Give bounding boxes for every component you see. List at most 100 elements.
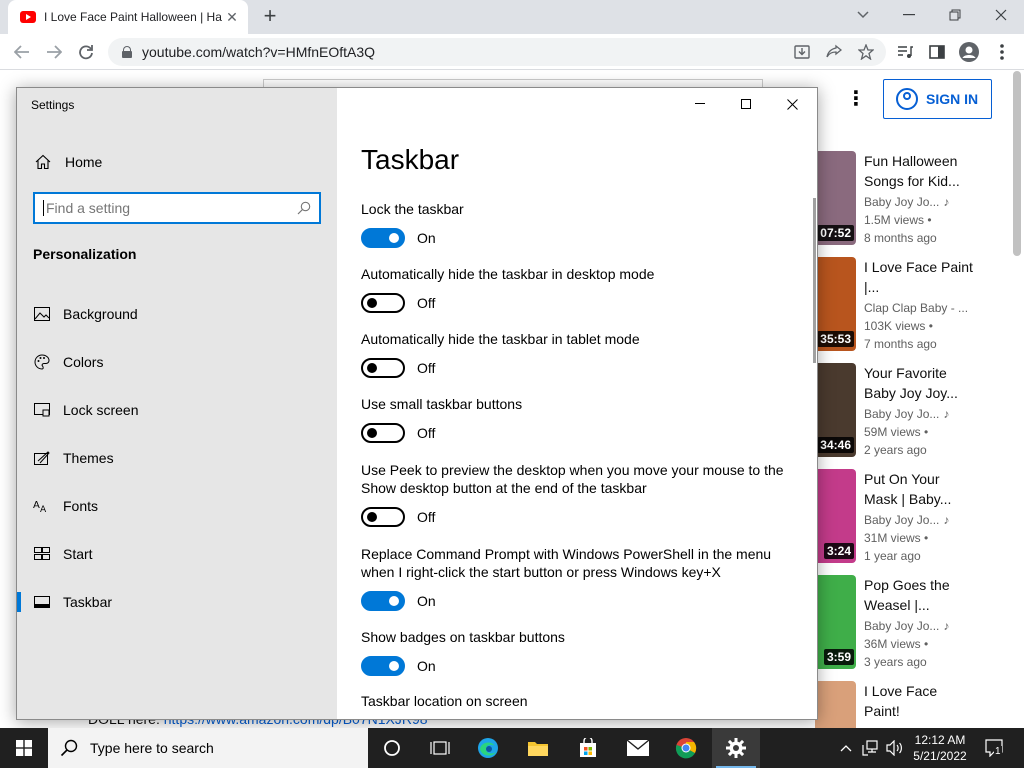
settings-app-icon[interactable] (712, 728, 760, 768)
option-toggle-row: Off (361, 357, 435, 379)
settings-scrollbar[interactable] (813, 198, 816, 363)
bookmark-star-icon[interactable] (856, 42, 876, 62)
related-video-item[interactable]: 07:52 Fun Halloween Songs for Kid... Baby … (815, 151, 1015, 251)
video-channel[interactable]: Clap Clap Baby - ... (864, 301, 974, 315)
video-channel[interactable]: Baby Joy Jo... ♪ (864, 513, 974, 527)
video-duration: 34:46 (817, 437, 854, 453)
video-title[interactable]: Pop Goes the Weasel |... (864, 575, 974, 615)
cortana-icon[interactable] (368, 728, 416, 768)
option-toggle-row: On (361, 590, 436, 612)
edge-browser-icon[interactable] (464, 728, 512, 768)
video-thumbnail[interactable]: 07:52 (815, 151, 856, 245)
toggle-switch[interactable] (361, 507, 405, 527)
close-button[interactable] (978, 0, 1024, 30)
sidebar-item-start[interactable]: Start (17, 534, 337, 574)
music-note-icon: ♪ (943, 195, 950, 209)
sidebar-item-taskbar[interactable]: Taskbar (17, 582, 337, 622)
related-video-item[interactable]: 3:24 Put On Your Mask | Baby... Baby Joy J… (815, 469, 1015, 569)
video-title[interactable]: Your Favorite Baby Joy Joy... (864, 363, 974, 403)
related-video-item[interactable]: 34:46 Your Favorite Baby Joy Joy... Baby J… (815, 363, 1015, 463)
sidebar-item-label: Lock screen (63, 402, 139, 418)
taskbar-location-label: Taskbar location on screen (361, 693, 528, 709)
settings-maximize-button[interactable] (723, 88, 769, 120)
forward-arrow-icon[interactable] (42, 40, 66, 64)
option-label: Automatically hide the taskbar in tablet… (361, 331, 640, 347)
start-button[interactable] (0, 728, 48, 768)
toggle-switch[interactable] (361, 293, 405, 313)
chrome-icon[interactable] (662, 728, 710, 768)
home-label: Home (65, 154, 103, 170)
video-title[interactable]: I Love Face Paint |... (864, 257, 974, 297)
taskbar-search-box[interactable]: Type here to search (48, 728, 368, 768)
video-thumbnail[interactable]: 3:24 (815, 469, 856, 563)
profile-avatar-icon[interactable] (959, 42, 979, 62)
fonts-icon: AA (33, 497, 51, 515)
back-arrow-icon[interactable] (10, 40, 34, 64)
section-heading: Personalization (33, 246, 137, 262)
option-label: Lock the taskbar (361, 201, 464, 217)
toggle-switch[interactable] (361, 656, 405, 676)
toggle-switch[interactable] (361, 358, 405, 378)
mail-icon[interactable] (614, 728, 662, 768)
system-clock[interactable]: 12:12 AM 5/21/2022 (905, 732, 975, 764)
notification-center-icon[interactable]: 1 (982, 728, 1006, 768)
restore-button[interactable] (932, 0, 978, 30)
settings-close-button[interactable] (769, 88, 815, 120)
volume-icon[interactable] (884, 728, 906, 768)
tab-search-chevron-icon[interactable] (840, 0, 886, 30)
address-bar[interactable]: youtube.com/watch?v=HMfnEOftA3Q (108, 38, 886, 66)
tab-close-icon[interactable]: ✕ (224, 9, 240, 26)
svg-text:A: A (33, 500, 40, 511)
toggle-knob (389, 233, 399, 243)
sidebar-item-label: Colors (63, 354, 104, 370)
side-panel-icon[interactable] (927, 42, 947, 62)
more-options-icon[interactable]: ⋮ (846, 89, 866, 109)
network-icon[interactable] (860, 728, 882, 768)
video-channel[interactable]: Baby Joy Jo... ♪ (864, 195, 974, 209)
settings-minimize-button[interactable] (677, 88, 723, 120)
search-icon (60, 739, 78, 757)
sidebar-item-themes[interactable]: Themes (17, 438, 337, 478)
video-thumbnail[interactable]: 35:53 (815, 257, 856, 351)
chrome-menu-icon[interactable] (992, 42, 1012, 62)
share-icon[interactable] (824, 42, 844, 62)
video-title[interactable]: Fun Halloween Songs for Kid... (864, 151, 974, 191)
sidebar-item-background[interactable]: Background (17, 294, 337, 334)
tray-overflow-chevron-icon[interactable] (836, 728, 856, 768)
video-thumbnail[interactable]: 34:46 (815, 363, 856, 457)
music-note-icon: ♪ (943, 619, 950, 633)
toggle-switch[interactable] (361, 423, 405, 443)
search-icon[interactable] (297, 201, 311, 215)
video-title[interactable]: Put On Your Mask | Baby... (864, 469, 974, 509)
related-video-item[interactable]: 35:53 I Love Face Paint |... Clap Clap Bab… (815, 257, 1015, 357)
find-setting-input[interactable]: Find a setting (33, 192, 321, 224)
sidebar-item-lock-screen[interactable]: Lock screen (17, 390, 337, 430)
related-video-item[interactable]: 3:59 Pop Goes the Weasel |... Baby Joy Jo.… (815, 575, 1015, 675)
video-thumbnail[interactable]: 3:59 (815, 575, 856, 669)
new-tab-button[interactable]: + (258, 4, 282, 28)
toggle-switch[interactable] (361, 591, 405, 611)
video-channel[interactable]: Baby Joy Jo... ♪ (864, 619, 974, 633)
video-channel[interactable]: Baby Joy Jo... ♪ (864, 407, 974, 421)
sidebar-item-fonts[interactable]: A A Fonts (17, 486, 337, 526)
file-explorer-icon[interactable] (514, 728, 562, 768)
store-icon[interactable] (564, 728, 612, 768)
reload-icon[interactable] (74, 40, 98, 64)
sidebar-item-home[interactable]: Home (17, 148, 337, 176)
minimize-button[interactable] (886, 0, 932, 30)
task-view-icon[interactable] (416, 728, 464, 768)
channel-name: Baby Joy Jo... (864, 619, 940, 633)
sign-in-button[interactable]: SIGN IN (883, 79, 992, 119)
video-views: 1.5M views • (864, 213, 932, 227)
browser-tab-strip: I Love Face Paint Halloween | Halloween … (0, 0, 1024, 34)
browser-tab[interactable]: I Love Face Paint Halloween | Halloween … (8, 0, 248, 34)
video-age: 3 years ago (864, 655, 927, 669)
lock-icon[interactable] (122, 46, 132, 58)
video-title[interactable]: I Love Face Paint! (864, 681, 974, 721)
sidebar-item-colors[interactable]: Colors (17, 342, 337, 382)
option-toggle-row: Off (361, 292, 435, 314)
toggle-switch[interactable] (361, 228, 405, 248)
url-text: youtube.com/watch?v=HMfnEOftA3Q (142, 44, 376, 60)
install-app-icon[interactable] (792, 42, 812, 62)
media-control-icon[interactable] (895, 42, 915, 62)
